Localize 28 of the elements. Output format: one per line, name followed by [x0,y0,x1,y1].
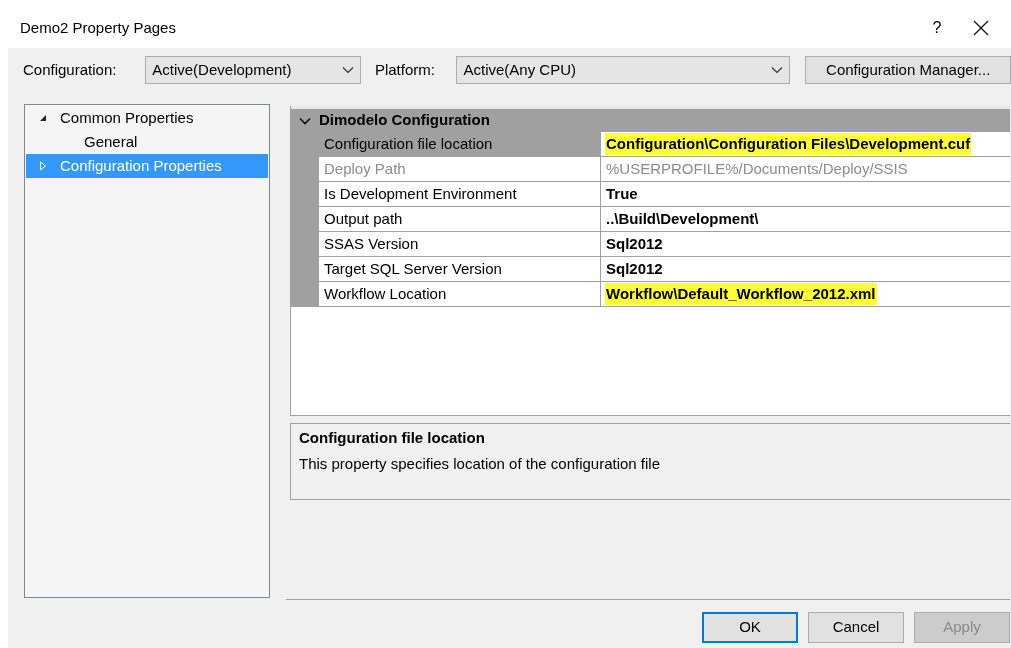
description-text: This property specifies location of the configuration file [299,453,662,474]
tree-item[interactable]: Common Properties [26,106,268,130]
property-value: ..\Build\Development\ [605,208,760,229]
tree-item[interactable]: General [26,130,268,154]
chevron-down-icon [771,66,784,74]
collapsed-triangle-icon[interactable] [39,161,47,171]
property-value: True [605,183,639,204]
window-title: Demo2 Property Pages [20,17,177,38]
dialog-button[interactable]: OK [702,612,798,643]
property-value: Configuration\Configuration Files\Development.cuf [605,132,972,156]
expanded-triangle-icon[interactable] [39,114,47,122]
configuration-manager-button[interactable]: Configuration Manager... [805,56,1011,84]
configuration-dropdown[interactable]: Active(Development) [145,56,361,84]
chevron-down-icon [341,66,354,74]
help-button[interactable]: ? [915,10,959,46]
property-value: Sql2012 [605,233,664,254]
description-title: Configuration file location [299,428,486,448]
configuration-label: Configuration: [23,59,118,80]
property-value: Sql2012 [605,258,664,279]
property-value: Workflow\Default_Workflow_2012.xml [605,282,877,306]
category-header[interactable]: Dimodelo Configuration [291,106,1010,132]
close-icon [973,20,989,36]
platform-label: Platform: [374,59,436,80]
property-value: %USERPROFILE%/Documents/Deploy/SSIS [605,158,909,179]
property-name-cell: Configuration file location [319,132,601,156]
dialog-button[interactable]: Cancel [808,612,904,643]
chevron-down-icon[interactable] [299,116,311,125]
platform-dropdown[interactable]: Active(Any CPU) [456,56,791,84]
